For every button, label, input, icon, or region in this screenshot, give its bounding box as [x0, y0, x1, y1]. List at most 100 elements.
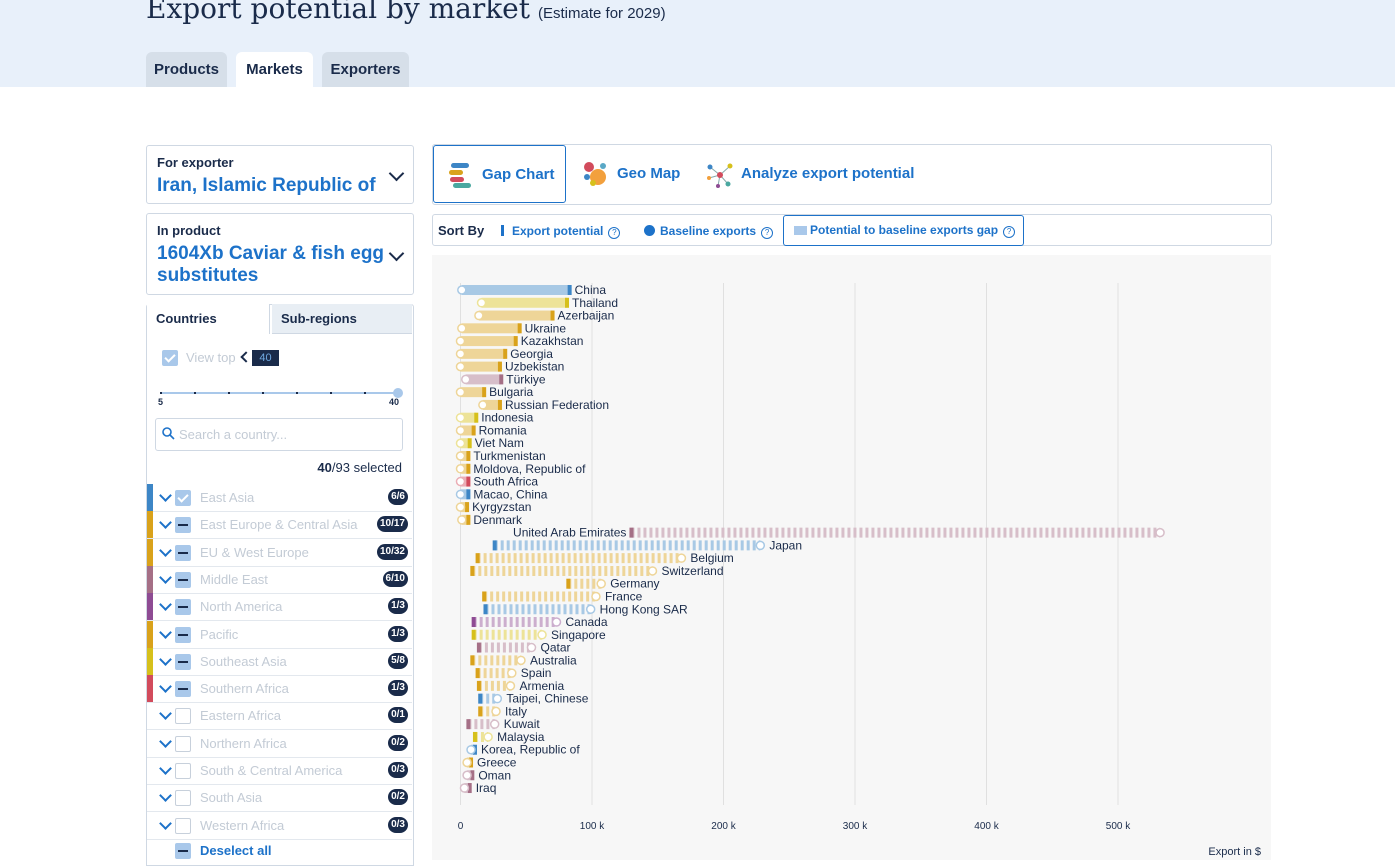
help-icon[interactable]: ? — [608, 227, 621, 239]
region-color-stripe — [147, 565, 153, 593]
bar-end-icon — [501, 225, 504, 236]
region-count-badge: 0/2 — [388, 734, 408, 751]
region-row[interactable]: South Asia 0/2 — [147, 784, 412, 813]
baseline-exports-marker — [455, 425, 466, 436]
chevron-down-icon[interactable] — [159, 789, 172, 803]
tab-analyze-export-potential[interactable]: Analyze export potential — [704, 145, 919, 203]
export-potential-marker — [466, 489, 471, 500]
view-top-checkbox[interactable] — [162, 350, 178, 366]
baseline-exports-marker — [474, 310, 484, 321]
baseline-exports-marker — [507, 668, 517, 678]
region-checkbox[interactable] — [175, 681, 191, 698]
region-row[interactable]: Eastern Africa 0/1 — [147, 702, 412, 731]
export-potential-marker — [466, 451, 471, 462]
export-potential-marker — [471, 617, 476, 628]
region-checkbox[interactable] — [175, 708, 191, 725]
help-icon[interactable]: ? — [1003, 226, 1016, 238]
view-top-value[interactable]: 40 — [252, 350, 279, 366]
baseline-exports-marker — [455, 464, 466, 474]
chevron-down-icon[interactable] — [159, 571, 172, 584]
tab-sub-regions[interactable]: Sub-regions — [272, 304, 412, 334]
chevron-down-icon[interactable] — [159, 734, 172, 748]
region-row[interactable]: South & Central America 0/3 — [147, 757, 412, 785]
chevron-down-icon[interactable] — [159, 680, 172, 693]
tab-products[interactable]: Products — [146, 52, 227, 87]
chevron-down-icon[interactable] — [159, 707, 172, 721]
help-icon[interactable]: ? — [761, 227, 774, 239]
product-select[interactable]: In product 1604Xb Caviar & fish egg subs… — [146, 213, 414, 295]
region-row[interactable]: Northern Africa 0/2 — [147, 730, 412, 758]
region-checkbox[interactable] — [175, 571, 191, 588]
region-count-badge: 1/3 — [388, 598, 408, 615]
x-tick-label: 300 k — [843, 821, 868, 832]
chevron-down-icon[interactable] — [159, 516, 172, 530]
region-name-south-asia: South Asia — [200, 790, 263, 806]
region-row[interactable]: North America 1/3 — [147, 593, 412, 622]
country-search-input[interactable]: Search a country... — [155, 418, 403, 451]
region-checkbox[interactable] — [175, 817, 191, 834]
region-checkbox[interactable] — [175, 735, 191, 752]
region-row[interactable]: Pacific 1/3 — [147, 620, 412, 649]
region-row[interactable]: Western Africa 0/3 — [147, 812, 412, 840]
region-checkbox[interactable] — [175, 599, 191, 616]
region-row[interactable]: East Asia 6/6 — [147, 484, 412, 512]
baseline-exports-marker — [459, 783, 470, 793]
deselect-all-checkbox[interactable] — [175, 843, 191, 859]
region-row[interactable]: EU & West Europe 10/32 — [147, 538, 412, 567]
region-color-stripe — [147, 511, 153, 539]
baseline-exports-marker — [516, 655, 526, 666]
baseline-exports-marker — [455, 476, 466, 487]
region-row[interactable]: East Europe & Central Asia 10/17 — [147, 511, 412, 540]
region-name-east-europe-central-asia: East Europe & Central Asia — [200, 517, 358, 533]
region-row[interactable]: Middle East 6/10 — [147, 565, 412, 594]
sort-baseline-exports[interactable]: Baseline exports? — [644, 224, 774, 239]
sort-export-potential[interactable]: Export potential? — [501, 224, 621, 239]
chevron-down-icon[interactable] — [159, 598, 172, 612]
gap-chart-icon — [449, 163, 471, 188]
region-checkbox[interactable] — [175, 517, 191, 534]
search-placeholder: Search a country... — [179, 427, 288, 442]
region-checkbox[interactable] — [175, 544, 191, 561]
country-label: Azerbaijan — [558, 309, 615, 323]
export-potential-marker — [467, 438, 472, 449]
export-potential-marker — [472, 731, 477, 742]
export-potential-marker — [482, 387, 487, 398]
tab-gap-chart[interactable]: Gap Chart — [433, 145, 566, 203]
slider-tick — [228, 392, 230, 394]
region-checkbox[interactable] — [175, 653, 191, 670]
region-row[interactable]: Southern Africa 1/3 — [147, 675, 412, 704]
deselect-all-link[interactable]: Deselect all — [200, 843, 272, 858]
region-checkbox[interactable] — [175, 490, 191, 506]
export-potential-marker — [478, 693, 483, 704]
region-name-east-asia: East Asia — [200, 490, 255, 505]
export-potential-marker — [497, 399, 502, 410]
export-potential-marker — [466, 514, 471, 525]
region-checkbox[interactable] — [175, 790, 191, 807]
slider-max-label: 40 — [389, 397, 400, 407]
export-potential-marker — [567, 285, 572, 295]
tab-markets[interactable]: Markets — [236, 52, 313, 87]
tab-exporters[interactable]: Exporters — [322, 52, 409, 87]
chevron-down-icon[interactable] — [159, 625, 172, 639]
chevron-down-icon[interactable] — [159, 543, 172, 557]
region-checkbox[interactable] — [175, 626, 191, 643]
export-potential-marker — [471, 425, 476, 436]
baseline-exports-marker — [455, 489, 466, 500]
chevron-down-icon[interactable] — [159, 816, 172, 830]
tab-geo-map[interactable]: Geo Map — [578, 145, 698, 203]
gap-bar — [460, 336, 516, 347]
sort-gap[interactable]: Potential to baseline exports gap? — [783, 215, 1025, 246]
chevron-down-icon[interactable] — [159, 652, 172, 666]
region-checkbox[interactable] — [175, 763, 191, 779]
exporter-select[interactable]: For exporter Iran, Islamic Republic of — [146, 145, 414, 204]
region-row[interactable]: Southeast Asia 5/8 — [147, 647, 412, 676]
chevron-down-icon[interactable] — [159, 489, 172, 502]
x-tick-label: 0 — [458, 821, 464, 832]
gap-bar — [478, 310, 553, 321]
chevron-down-icon[interactable] — [159, 762, 172, 775]
tab-countries[interactable]: Countries — [147, 304, 270, 334]
baseline-exports-marker — [478, 400, 488, 410]
region-color-stripe — [147, 593, 153, 621]
geo-map-label: Geo Map — [617, 165, 681, 182]
gap-bar — [461, 323, 520, 334]
